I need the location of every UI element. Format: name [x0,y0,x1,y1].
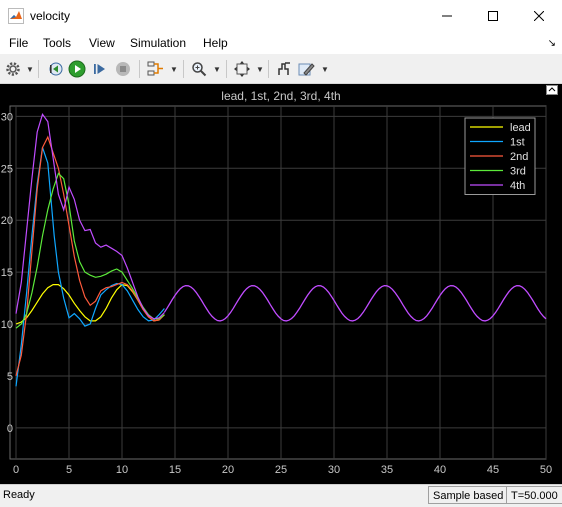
toolbar-separator [268,60,269,78]
run-button[interactable] [67,59,87,79]
x-tick-label: 10 [116,464,128,476]
zoom-button[interactable] [189,59,209,79]
status-ready: Ready [3,489,35,501]
status-bar: Ready Sample based T=50.000 [0,484,562,507]
scope-display[interactable]: lead, 1st, 2nd, 3rd, 4th 0 5 10 15 20 25 30 35 4… [0,84,562,484]
x-tick-label: 25 [275,464,287,476]
menu-tools[interactable]: Tools [43,36,71,50]
toolbar-separator [38,60,39,78]
y-tick-label: 15 [1,267,13,279]
menu-help[interactable]: Help [203,36,228,50]
chart-title: lead, 1st, 2nd, 3rd, 4th [221,89,340,103]
menu-view[interactable]: View [89,36,115,50]
y-tick-label: 30 [1,111,13,123]
legend-label: 4th [510,180,525,192]
signal-select-icon [147,61,163,76]
step-back-icon [49,62,63,76]
menu-collapse-icon[interactable]: ↘ [548,38,556,49]
stop-icon [116,62,130,76]
sample-mode-indicator: Sample based [428,486,509,504]
maximize-button[interactable] [470,0,516,32]
title-bar: velocity [0,0,562,32]
fit-view-icon [234,61,250,77]
close-button[interactable] [516,0,562,32]
highlight-button[interactable] [297,59,317,79]
y-tick-label: 20 [1,215,13,227]
x-tick-label: 0 [13,464,19,476]
x-tick-label: 5 [66,464,72,476]
zoom-dropdown-icon[interactable]: ▼ [213,65,221,74]
x-tick-label: 35 [381,464,393,476]
toolbar-separator [226,60,227,78]
highlight-dropdown-icon[interactable]: ▼ [321,65,329,74]
minimize-icon [442,15,452,17]
zoom-icon [192,62,207,77]
y-tick-label: 5 [7,371,13,383]
step-back-button[interactable] [45,59,65,79]
legend-label: lead [510,122,531,134]
stop-button[interactable] [113,59,133,79]
y-tick-label: 25 [1,163,13,175]
menu-bar: File Tools View Simulation Help ↘ [0,32,562,54]
line-chart[interactable]: lead, 1st, 2nd, 3rd, 4th 0 5 10 15 20 25 30 35 4… [0,84,562,484]
signal-select-button[interactable] [146,59,166,79]
window-title: velocity [30,9,71,23]
settings-dropdown-icon[interactable]: ▼ [26,65,34,74]
gear-icon [6,62,20,76]
toolbar-separator [183,60,184,78]
legend-label: 2nd [510,151,528,163]
y-tick-label: 0 [7,423,13,435]
fit-view-button[interactable] [232,59,252,79]
toolbar-separator [139,60,140,78]
legend-label: 1st [510,137,525,149]
cursor-button[interactable] [274,59,294,79]
matlab-icon [8,8,24,24]
x-tick-label: 40 [434,464,446,476]
x-tick-label: 30 [328,464,340,476]
x-tick-label: 20 [222,464,234,476]
undock-icon[interactable] [546,85,558,95]
x-tick-label: 15 [169,464,181,476]
menu-simulation[interactable]: Simulation [130,36,186,50]
sim-time-indicator: T=50.000 [506,486,562,504]
legend-label: 3rd [510,166,526,178]
maximize-icon [488,11,498,21]
fit-dropdown-icon[interactable]: ▼ [256,65,264,74]
legend[interactable]: lead 1st 2nd 3rd 4th [464,117,536,195]
cursor-icon [278,62,290,75]
step-forward-icon [94,64,105,74]
settings-button[interactable] [3,59,23,79]
x-tick-label: 50 [540,464,552,476]
menu-file[interactable]: File [9,36,28,50]
y-tick-label: 10 [1,319,13,331]
signal-dropdown-icon[interactable]: ▼ [170,65,178,74]
close-icon [534,11,544,21]
toolbar: ▼ ▼ ▼ ▼ ▼ [0,55,562,84]
x-tick-label: 45 [487,464,499,476]
minimize-button[interactable] [424,0,470,32]
highlight-icon [298,63,315,76]
step-forward-button[interactable] [90,59,110,79]
run-icon [68,60,86,78]
